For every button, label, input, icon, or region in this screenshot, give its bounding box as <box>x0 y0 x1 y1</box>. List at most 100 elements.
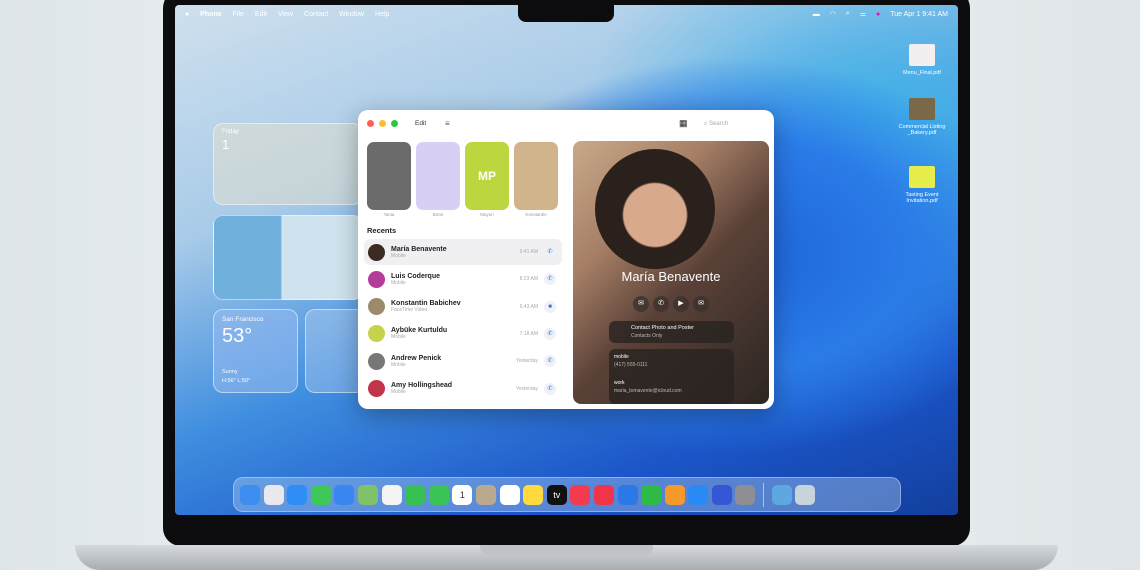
calendar-day: Friday <box>222 129 239 135</box>
dock-divider <box>763 482 765 507</box>
contact-poster-row[interactable]: Contact Photo and Poster Contacts Only <box>609 321 734 343</box>
call-type: Mobile <box>391 361 406 368</box>
avatar <box>368 298 385 316</box>
dock-contacts-icon[interactable] <box>475 484 496 505</box>
favorite-contact[interactable] <box>416 142 460 210</box>
menu-edit[interactable]: Edit <box>255 11 267 18</box>
recent-call-row[interactable]: Luis Coderque Mobile 8:23 AM ✆ <box>364 266 562 292</box>
call-type: Mobile <box>391 279 406 286</box>
menu-file[interactable]: File <box>233 11 244 18</box>
desktop-file[interactable]: Tasting Event Invitation.pdf <box>892 166 952 204</box>
dock-tv-icon[interactable]: tv <box>546 484 567 505</box>
dock-notes-icon[interactable] <box>523 484 544 505</box>
recent-call-row[interactable]: Amy Hollingshead Mobile Yesterday ✆ <box>364 376 562 402</box>
zoom-button[interactable] <box>391 120 398 127</box>
desktop-file[interactable]: Commercial Listing _Bakery.pdf <box>892 98 952 136</box>
menu-help[interactable]: Help <box>375 11 389 18</box>
dock-downloads-icon[interactable] <box>771 484 792 505</box>
filter-icon[interactable]: ≡ <box>445 119 450 128</box>
caller-name: Amy Hollingshead <box>391 382 453 389</box>
avatar <box>368 243 385 261</box>
clock-widget[interactable] <box>305 309 365 393</box>
avatar <box>368 352 385 370</box>
recent-call-row[interactable]: Aybüke Kurtuldu Mobile 7:18 AM ✆ <box>364 321 562 347</box>
favorite-contact[interactable] <box>367 142 411 210</box>
dock-keynote-icon[interactable] <box>617 484 638 505</box>
grid-view-icon[interactable]: ▦ <box>679 118 688 129</box>
control-center-icon[interactable]: ⚌ <box>860 10 866 18</box>
weather-condition: Sunny <box>222 369 238 375</box>
recents-heading: Recents <box>367 226 397 235</box>
menu-view[interactable]: View <box>278 11 293 18</box>
dock-news-icon[interactable] <box>593 484 614 505</box>
dock-launchpad-icon[interactable] <box>263 484 284 505</box>
favorite-contact[interactable]: MP <box>465 142 509 210</box>
favorite-contact[interactable] <box>514 142 558 210</box>
message-button[interactable]: ✉ <box>633 296 649 312</box>
search-icon[interactable]: ⌕ <box>846 10 850 18</box>
favorite-name: Brian <box>432 212 444 217</box>
dock-system-settings-icon[interactable] <box>735 484 756 505</box>
dock-facetime-icon[interactable] <box>405 484 426 505</box>
file-name: Commercial Listing _Bakery.pdf <box>898 124 946 136</box>
menu-window[interactable]: Window <box>339 11 364 18</box>
caller-name: Konstantin Babichev <box>391 300 461 308</box>
dock-app-store-icon[interactable] <box>688 484 709 505</box>
apple-menu-icon[interactable]: ● <box>185 11 189 18</box>
menu-clock[interactable]: Tue Apr 1 9:41 AM <box>890 11 948 18</box>
menu-contact[interactable]: Contact <box>304 11 328 18</box>
close-button[interactable] <box>367 120 374 127</box>
dock-mail-icon[interactable] <box>334 484 355 505</box>
weather-range: H:56° L:50° <box>222 378 251 384</box>
video-button[interactable]: ▶ <box>673 296 689 312</box>
edit-button[interactable]: Edit <box>415 120 426 127</box>
dock-maps-icon[interactable] <box>357 484 378 505</box>
mail-button[interactable]: ✉ <box>693 296 709 312</box>
phone-call-icon[interactable]: ✆ <box>544 382 556 395</box>
dock-finder-icon[interactable] <box>240 484 260 505</box>
battery-icon[interactable]: ▬ <box>813 11 820 18</box>
desktop-file[interactable]: Menu_Final.pdf <box>892 44 952 76</box>
phone-call-icon[interactable]: ✆ <box>544 246 556 258</box>
menu-app-name[interactable]: Phone <box>200 11 221 18</box>
file-name: Menu_Final.pdf <box>903 70 941 76</box>
caller-name: Andrew Penick <box>391 354 442 362</box>
mobile-number[interactable]: (417) 555-0111 <box>614 362 647 368</box>
dock-safari-icon[interactable] <box>287 484 308 505</box>
siri-icon[interactable]: ● <box>876 11 880 18</box>
calendar-widget[interactable]: Friday 1 <box>213 123 363 205</box>
dock-photos-icon[interactable] <box>381 484 402 505</box>
dock-calendar-icon[interactable]: 1 <box>452 484 473 505</box>
dock-pages-icon[interactable] <box>664 484 685 505</box>
photos-widget[interactable] <box>213 215 363 300</box>
call-button[interactable]: ✆ <box>653 296 669 312</box>
dock-phone-icon[interactable] <box>428 484 449 505</box>
avatar <box>368 325 385 343</box>
poster-title: Contact Photo and Poster <box>631 325 694 331</box>
call-time: 6:43 AM <box>519 303 538 310</box>
caller-name: Aybüke Kurtuldu <box>391 327 448 335</box>
search-field[interactable]: ⌕ Search <box>698 117 768 131</box>
contact-info-card: mobile (417) 555-0111 work maria_benaven… <box>609 349 734 404</box>
phone-call-icon[interactable]: ✆ <box>544 355 556 368</box>
dock-messages-icon[interactable] <box>310 484 331 505</box>
dock-reminders-icon[interactable] <box>499 484 520 505</box>
recent-call-row[interactable]: Konstantin Babichev FaceTime Video 6:43 A… <box>364 294 562 320</box>
recent-call-row[interactable]: Andrew Penick Mobile Yesterday ✆ <box>364 348 562 374</box>
work-email[interactable]: maria_benavente@icloud.com <box>614 388 682 394</box>
phone-window: Edit ≡ ▦ ⌕ Search Tania Brian MP Mayuri Kons… <box>358 110 774 409</box>
phone-call-icon[interactable]: ✆ <box>544 327 556 340</box>
dock-music-icon[interactable] <box>570 484 591 505</box>
dock-numbers-icon[interactable] <box>641 484 662 505</box>
dock-iphone-mirroring-icon[interactable] <box>711 484 732 505</box>
laptop-base <box>75 545 1058 570</box>
phone-call-icon[interactable]: ✆ <box>544 273 556 286</box>
video-call-icon[interactable]: ■ <box>544 300 556 313</box>
weather-widget[interactable]: San Francisco 53° Sunny H:56° L:50° <box>213 309 298 393</box>
wifi-icon[interactable]: ◠ <box>830 10 836 18</box>
calendar-date: 1 <box>222 137 230 152</box>
dock-trash-icon[interactable] <box>795 484 816 505</box>
recent-call-row[interactable]: María Benavente Mobile 9:41 AM ✆ <box>364 239 562 265</box>
call-time: 7:18 AM <box>519 330 538 337</box>
minimize-button[interactable] <box>379 120 386 127</box>
